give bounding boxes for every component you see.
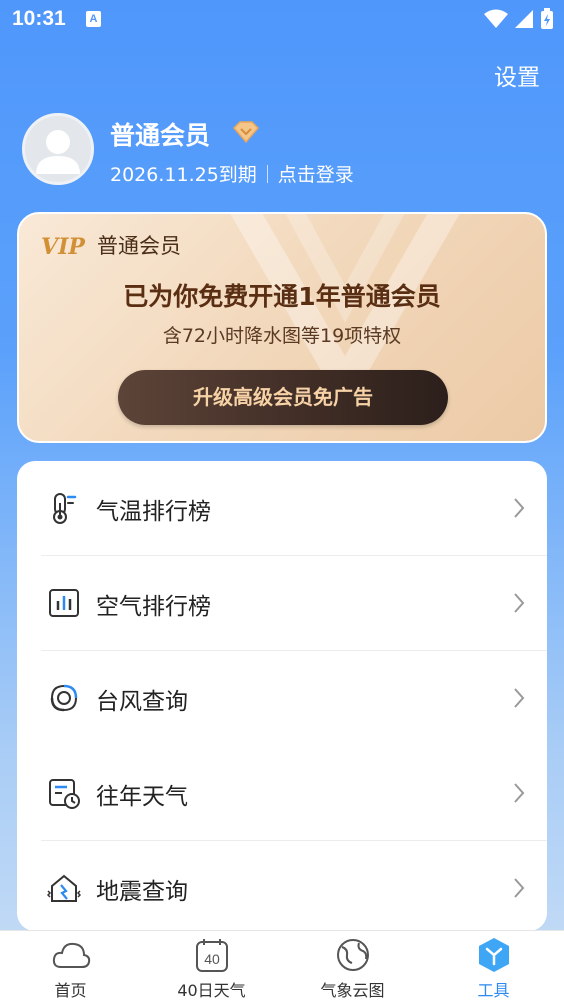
calendar-number: 40 [204,951,220,967]
menu-item-label: 空气排行榜 [96,594,211,620]
vip-logo: VIP [41,234,85,260]
tools-hex-icon [478,938,509,972]
avatar[interactable] [22,113,94,185]
signal-icon [515,10,533,28]
menu-item-label: 台风查询 [96,689,188,715]
wifi-icon [484,9,508,28]
bar-chart-icon [49,589,79,617]
history-calendar-icon [49,779,80,809]
thermometer-icon [53,493,77,524]
status-bar: 10:31 A [0,0,564,38]
vip-card[interactable]: VIP 普通会员 已为你免费开通1年普通会员 含72小时降水图等19项特权 升级… [17,212,547,443]
battery-icon [541,8,553,29]
settings-button[interactable]: 设置 [494,58,540,92]
member-name: 普通会员 [110,121,211,150]
chevron-right-icon [514,783,525,803]
menu-item-label: 往年天气 [96,784,188,810]
menu-item-earthquake-query[interactable]: 地震查询 [17,841,547,931]
chevron-right-icon [514,688,525,708]
tab-40-day-weather[interactable]: 40 40日天气 [141,931,282,1004]
tab-home[interactable]: 首页 [0,931,141,1004]
menu-item-temperature-ranking[interactable]: 气温排行榜 [17,461,547,556]
menu-item-past-weather[interactable]: 往年天气 [17,746,547,841]
chevron-right-icon [514,878,525,898]
tab-tools[interactable]: 工具 [423,931,564,1004]
vip-label: 普通会员 [97,234,181,258]
separator [266,164,268,183]
notification-app-icon: A [86,11,101,27]
login-link[interactable]: 点击登录 [278,160,354,187]
bottom-tab-bar: 首页 40 40日天气 气象云图 工具 [0,930,564,1004]
menu-item-typhoon-query[interactable]: 台风查询 [17,651,547,746]
chevron-right-icon [514,593,525,613]
vip-subtitle: 含72小时降水图等19项特权 [162,325,402,347]
membership-expiry: 2026.11.25到期 点击登录 [110,160,354,187]
diamond-badge-icon [232,121,260,144]
tab-label: 首页 [54,981,87,1000]
tab-satellite-cloud-map[interactable]: 气象云图 [282,931,423,1004]
chevron-right-icon [514,498,525,518]
tools-menu: 气温排行榜 空气排行榜 台风查询 往年天气 地震查询 [17,461,547,931]
upgrade-button[interactable]: 升级高级会员免广告 [118,370,448,425]
menu-item-label: 气温排行榜 [96,499,211,525]
globe-icon [336,939,369,971]
tab-label: 工具 [477,981,510,1000]
status-time: 10:31 [12,7,66,30]
vip-headline: 已为你免费开通1年普通会员 [123,282,441,311]
cloud-icon [52,942,90,968]
calendar-40-icon: 40 [195,939,228,972]
default-avatar-icon [36,130,80,174]
menu-item-label: 地震查询 [96,879,188,905]
tab-label: 气象云图 [320,981,385,1000]
typhoon-icon [50,684,78,712]
expiry-date: 2026.11.25到期 [110,164,257,186]
tab-label: 40日天气 [177,981,246,1000]
menu-item-air-ranking[interactable]: 空气排行榜 [17,556,547,651]
earthquake-house-icon [47,874,81,902]
status-icons [484,8,554,30]
